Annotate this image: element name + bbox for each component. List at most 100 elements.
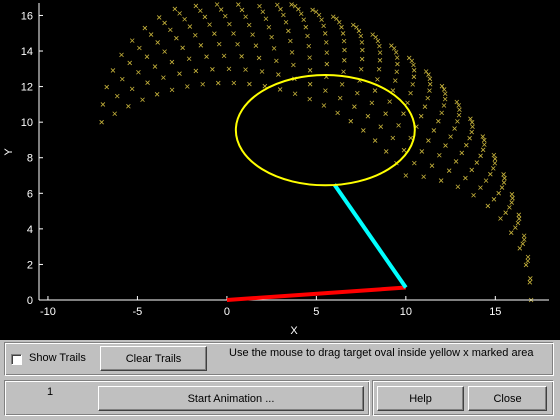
- workspace-marker: [456, 112, 462, 118]
- workspace-marker: [501, 172, 506, 177]
- workspace-marker: [324, 61, 330, 67]
- workspace-marker: [286, 28, 291, 34]
- workspace-marker: [391, 46, 397, 51]
- show-trails-label: Show Trails: [29, 352, 86, 364]
- x-tick-label: 15: [489, 306, 501, 318]
- workspace-marker: [210, 67, 215, 72]
- workspace-marker: [492, 160, 498, 166]
- workspace-marker: [337, 95, 343, 101]
- workspace-marker: [515, 220, 521, 226]
- workspace-marker: [319, 17, 324, 23]
- workspace-marker: [467, 135, 472, 141]
- workspace-marker: [221, 53, 227, 59]
- workspace-marker: [257, 3, 262, 9]
- workspace-marker: [482, 142, 487, 147]
- workspace-marker: [198, 43, 204, 48]
- workspace-marker: [485, 203, 491, 209]
- y-tick-label: 8: [27, 153, 33, 165]
- workspace-marker: [457, 107, 462, 113]
- workspace-marker: [455, 119, 460, 124]
- workspace-marker: [469, 167, 475, 173]
- workspace-marker: [155, 40, 160, 45]
- workspace-plot[interactable]: -10 -5 0 5 10 15 0 2 4 6 8 10 12 14 16 X Y: [0, 0, 560, 340]
- clear-trails-button[interactable]: Clear Trails: [100, 346, 207, 371]
- workspace-marker: [142, 25, 148, 31]
- show-trails-checkbox[interactable]: [11, 354, 22, 365]
- workspace-marker: [306, 43, 312, 49]
- workspace-marker: [126, 103, 131, 109]
- workspace-marker: [498, 216, 503, 221]
- workspace-marker: [110, 68, 116, 73]
- workspace-marker: [491, 197, 497, 202]
- workspace-marker: [341, 38, 347, 44]
- workspace-marker: [215, 80, 221, 86]
- workspace-marker: [429, 163, 435, 168]
- workspace-marker: [168, 27, 173, 33]
- x-tick-label: 0: [224, 306, 230, 318]
- workspace-marker: [307, 55, 312, 60]
- workspace-marker: [112, 111, 117, 117]
- workspace-marker: [502, 175, 507, 181]
- workspace-marker: [298, 11, 304, 17]
- workspace-marker: [253, 43, 259, 48]
- workspace-marker: [471, 192, 476, 198]
- workspace-marker: [478, 153, 483, 159]
- workspace-marker: [266, 24, 272, 30]
- workspace-marker: [523, 262, 529, 268]
- workspace-marker: [459, 150, 465, 156]
- workspace-marker: [360, 47, 365, 53]
- workspace-marker: [292, 91, 298, 97]
- target-oval[interactable]: [234, 74, 416, 187]
- workspace-marker: [235, 41, 240, 47]
- workspace-marker: [359, 40, 365, 45]
- workspace-marker: [408, 90, 413, 96]
- workspace-marker: [425, 95, 431, 101]
- workspace-marker: [339, 82, 345, 87]
- animation-panel: 1 Start Animation ...: [4, 380, 370, 416]
- workspace-marker: [383, 149, 389, 154]
- workspace-marker: [145, 80, 150, 85]
- workspace-marker: [426, 72, 431, 77]
- workspace-marker: [335, 110, 340, 116]
- workspace-marker: [409, 58, 415, 64]
- workspace-marker: [480, 134, 486, 139]
- workspace-marker: [226, 66, 232, 72]
- workspace-marker: [427, 88, 432, 93]
- help-close-panel: Help Close: [372, 380, 554, 416]
- workspace-marker: [422, 104, 428, 109]
- close-button[interactable]: Close: [468, 386, 547, 411]
- workspace-marker: [480, 147, 486, 153]
- workspace-marker: [350, 22, 356, 28]
- workspace-marker: [354, 24, 359, 30]
- workspace-marker: [355, 90, 360, 96]
- workspace-marker: [516, 212, 522, 218]
- workspace-marker: [503, 210, 508, 215]
- workspace-marker: [177, 11, 182, 16]
- workspace-marker: [174, 35, 179, 41]
- workspace-marker: [525, 254, 531, 260]
- workspace-marker: [156, 15, 162, 20]
- workspace-marker: [488, 171, 493, 177]
- help-button[interactable]: Help: [377, 386, 464, 411]
- workspace-marker: [464, 142, 469, 148]
- workspace-marker: [99, 119, 104, 125]
- workspace-marker: [507, 205, 512, 210]
- workspace-marker: [528, 276, 533, 281]
- workspace-marker: [275, 2, 280, 8]
- start-animation-button[interactable]: Start Animation ...: [98, 386, 364, 411]
- workspace-marker: [214, 2, 220, 7]
- workspace-marker: [260, 9, 266, 15]
- workspace-marker: [289, 2, 294, 7]
- plot-area[interactable]: -10 -5 0 5 10 15 0 2 4 6 8 10 12 14 16 X Y: [0, 0, 560, 340]
- workspace-marker: [481, 137, 487, 143]
- workspace-marker: [509, 192, 515, 197]
- workspace-marker: [369, 100, 375, 106]
- workspace-marker: [129, 38, 135, 43]
- workspace-marker: [186, 56, 192, 62]
- workspace-marker: [305, 33, 310, 39]
- workspace-marker: [520, 241, 526, 247]
- workspace-marker: [377, 58, 383, 63]
- workspace-marker: [207, 22, 212, 27]
- workspace-marker: [198, 8, 203, 14]
- workspace-marker: [377, 50, 383, 55]
